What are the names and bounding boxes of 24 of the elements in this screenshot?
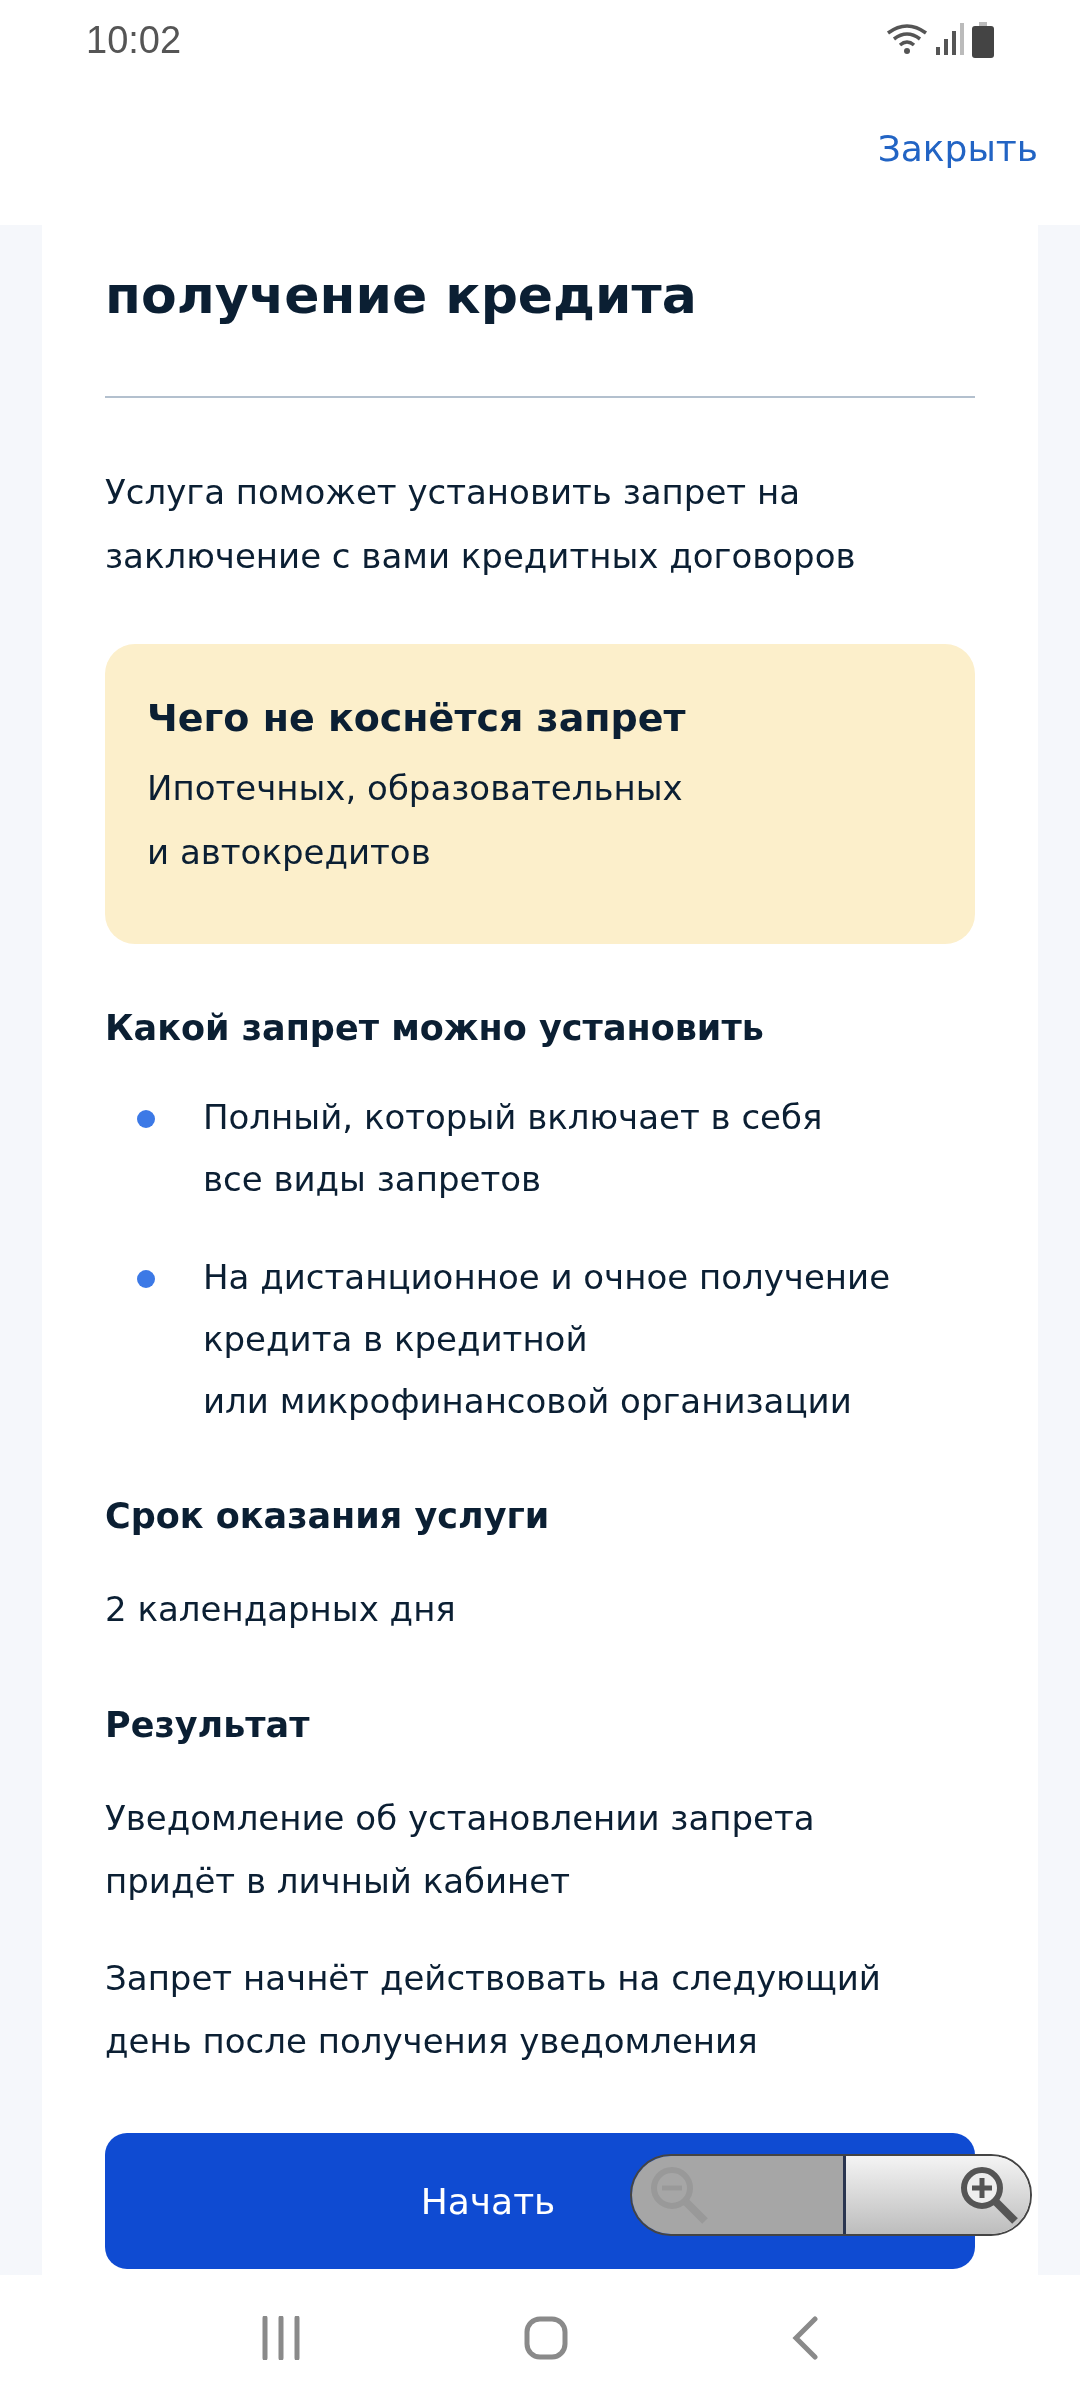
zoom-in-button[interactable]	[846, 2156, 1030, 2234]
wifi-icon	[886, 23, 928, 57]
battery-icon	[972, 22, 994, 58]
bullet-text: На дистанционное и очное получение кредита в кредитной или микрофинансовой организации	[203, 1256, 891, 1423]
section-heading: Результат	[105, 1704, 311, 1747]
bullet-dot	[137, 1110, 155, 1128]
signal-icon	[936, 23, 964, 57]
section-text: Запрет начнёт действовать на следующий день после получения уведомления	[105, 1957, 882, 2063]
bullet-text: Полный, который включает в себя все виды запретов	[203, 1096, 823, 1201]
notice-text: Ипотечных, образовательных и автокредитов	[147, 767, 684, 874]
notice-heading: Чего не коснётся запрет	[147, 695, 687, 742]
section-text: Уведомление об установлении запрета придёт в личный кабинет	[105, 1797, 816, 1903]
intro-text: Услуга поможет установить запрет на заключение с вами кредитных договоров	[105, 471, 857, 578]
back-icon[interactable]	[790, 2315, 819, 2360]
home-icon[interactable]	[524, 2315, 568, 2360]
section-heading: Какой запрет можно установить	[105, 1007, 765, 1050]
page-title: получение кредита	[105, 264, 698, 327]
close-button[interactable]: Закрыть	[877, 128, 1038, 169]
status-time: 10:02	[86, 18, 182, 62]
section-text: 2 календарных дня	[105, 1588, 457, 1631]
zoom-out-button[interactable]	[632, 2156, 846, 2234]
recent-apps-icon[interactable]	[261, 2315, 302, 2360]
bullet-dot	[137, 1270, 155, 1288]
section-heading: Срок оказания услуги	[105, 1495, 551, 1538]
